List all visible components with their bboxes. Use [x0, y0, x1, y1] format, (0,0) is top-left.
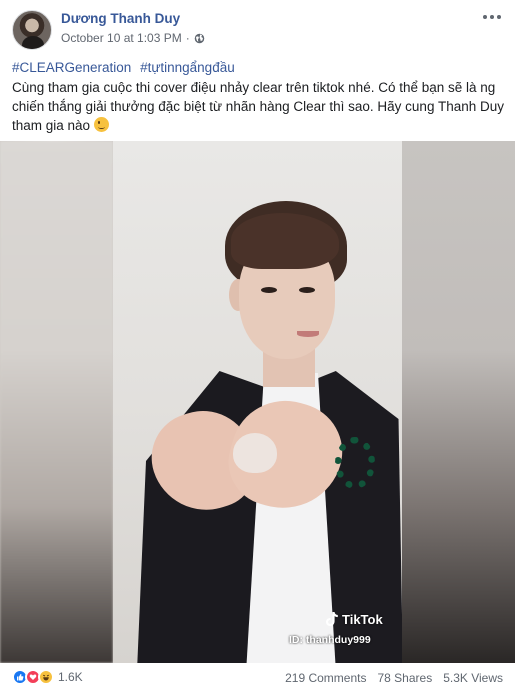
- video-player[interactable]: TikTok ID: thanhduy999: [0, 141, 515, 663]
- more-options-icon[interactable]: [481, 10, 503, 24]
- tiktok-label: TikTok: [342, 611, 383, 627]
- person-eye-left: [261, 287, 277, 293]
- post-timestamp[interactable]: October 10 at 1:03 PM: [61, 31, 182, 45]
- author-avatar[interactable]: [12, 10, 52, 50]
- globe-icon[interactable]: [194, 33, 205, 44]
- post-header: Dương Thanh Duy October 10 at 1:03 PM ·: [12, 8, 503, 50]
- post-meta: October 10 at 1:03 PM ·: [61, 31, 205, 45]
- tiktok-watermark: TikTok: [325, 611, 383, 627]
- reaction-summary[interactable]: 1.6K: [12, 669, 83, 685]
- haha-icon: [38, 669, 54, 685]
- author-name[interactable]: Dương Thanh Duy: [61, 11, 180, 26]
- tiktok-icon: [326, 612, 338, 626]
- hashtag-link[interactable]: #tựtinngẩngđầu: [140, 60, 235, 75]
- heart-gesture: [233, 433, 277, 473]
- hashtag-link[interactable]: #CLEARGeneration: [12, 60, 131, 75]
- person-eye-right: [299, 287, 315, 293]
- post-text: #CLEARGeneration #tựtinngẩngđầu Cùng tha…: [12, 58, 504, 135]
- person-mouth: [297, 331, 319, 337]
- tiktok-user-id: ID: thanhduy999: [289, 634, 371, 646]
- person-fringe: [231, 213, 339, 269]
- shares-count[interactable]: 78 Shares: [377, 671, 432, 685]
- reaction-count[interactable]: 1.6K: [58, 670, 83, 684]
- meta-separator: ·: [185, 31, 190, 45]
- post-body-text: Cùng tham gia cuộc thi cover điệu nhảy c…: [12, 80, 504, 133]
- views-count[interactable]: 5.3K Views: [443, 671, 503, 685]
- wink-emoji-icon: [93, 117, 109, 132]
- post-stats: 219 Comments 78 Shares 5.3K Views: [285, 671, 503, 685]
- video-frame[interactable]: TikTok ID: thanhduy999: [113, 141, 402, 663]
- bracelet: [335, 437, 375, 489]
- post-footer: 1.6K 219 Comments 78 Shares 5.3K Views: [12, 666, 503, 688]
- hashtag-list: #CLEARGeneration #tựtinngẩngđầu: [12, 58, 504, 77]
- post-body: Cùng tham gia cuộc thi cover điệu nhảy c…: [12, 78, 504, 135]
- video-blur-right: [402, 141, 515, 663]
- comments-count[interactable]: 219 Comments: [285, 671, 366, 685]
- video-blur-left: [0, 141, 113, 663]
- facebook-post: Dương Thanh Duy October 10 at 1:03 PM · …: [0, 0, 515, 694]
